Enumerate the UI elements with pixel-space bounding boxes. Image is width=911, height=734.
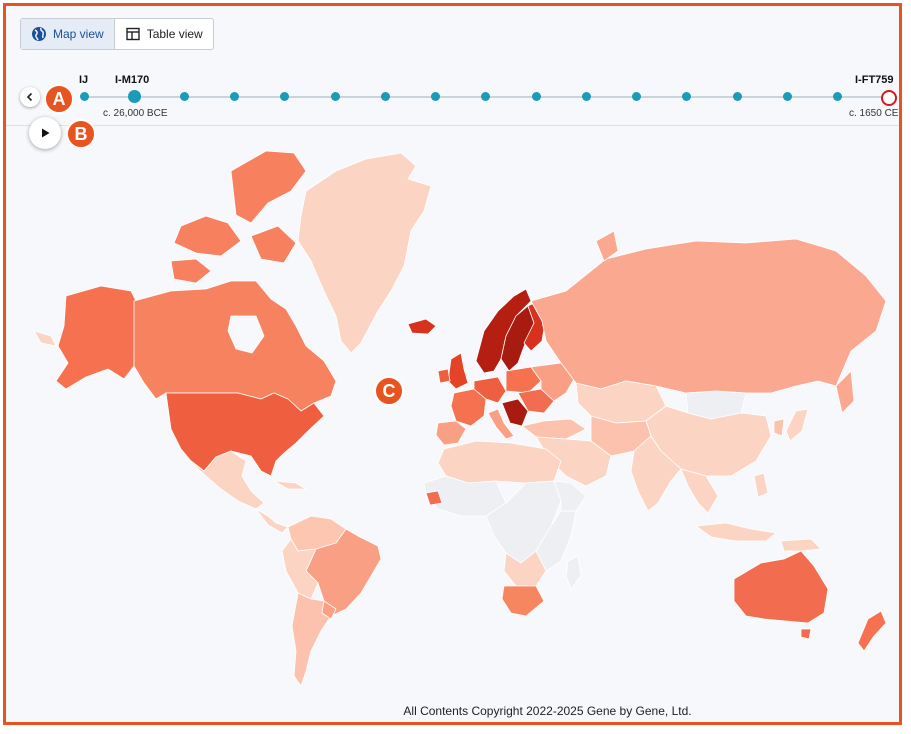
timeline-dot[interactable] (280, 92, 290, 101)
view-toggle: Map view Table view (20, 18, 214, 50)
timeline-dot[interactable] (179, 92, 189, 101)
map-region-uk[interactable] (447, 352, 469, 390)
map-region-south-africa[interactable] (501, 585, 545, 617)
timeline-dot-start[interactable] (79, 92, 89, 101)
timeline-start-label: IJ (79, 74, 89, 86)
timeline-dot[interactable] (481, 92, 491, 101)
timeline-dot[interactable] (632, 92, 642, 101)
map-region-arctic-islands-1[interactable] (230, 150, 307, 224)
timeline-prev-button[interactable] (20, 87, 40, 107)
map-region-central-america[interactable] (255, 508, 289, 534)
timeline-divider (6, 125, 899, 126)
map-region-indonesia[interactable] (695, 522, 777, 542)
map-region-iceland[interactable] (407, 318, 437, 335)
chevron-left-icon (26, 92, 33, 102)
map-region-arctic-islands-4[interactable] (170, 258, 212, 284)
map-region-greece-turkey[interactable] (521, 418, 587, 440)
timeline-dot[interactable] (782, 92, 792, 101)
timeline-dot[interactable] (581, 92, 591, 101)
map-view-button[interactable]: Map view (21, 19, 115, 49)
table-view-label: Table view (146, 27, 203, 41)
timeline-dot[interactable] (431, 92, 441, 101)
map-view-label: Map view (53, 27, 104, 41)
map-region-new-guinea[interactable] (780, 538, 822, 552)
world-map[interactable] (6, 131, 899, 701)
timeline-dot[interactable] (380, 92, 390, 101)
timeline-dot[interactable] (330, 92, 340, 101)
map-region-alaska[interactable] (55, 285, 137, 390)
app-frame: Map view Table view A IJ I-M170 c. 26,00… (3, 3, 902, 725)
timeline-dot[interactable] (230, 92, 240, 101)
table-icon (125, 27, 140, 41)
map-region-philippines[interactable] (753, 472, 769, 498)
map-region-iberia[interactable] (435, 420, 467, 446)
map-region-arctic-islands-2[interactable] (173, 215, 242, 257)
timeline-marker-label: I-M170 (115, 74, 150, 86)
timeline-marker-date: c. 26,000 BCE (103, 108, 168, 119)
timeline-dot[interactable] (682, 92, 692, 101)
timeline-dot-end[interactable] (881, 90, 897, 106)
map-region-korea[interactable] (773, 418, 785, 437)
annotation-badge-a: A (44, 84, 74, 114)
map-region-aleutians[interactable] (33, 330, 57, 347)
timeline-dot[interactable] (833, 92, 843, 101)
haplogroup-timeline: A IJ I-M170 c. 26,000 BCE I-FT759 c. 165… (6, 66, 899, 124)
annotation-badge-c: C (374, 376, 404, 406)
map-region-arctic-islands-3[interactable] (250, 225, 297, 264)
timeline-end-label: I-FT759 (855, 74, 894, 86)
timeline-dot[interactable] (531, 92, 541, 101)
map-region-russia[interactable] (530, 238, 887, 394)
timeline-end-date: c. 1650 CE (849, 108, 899, 119)
globe-icon (32, 27, 46, 41)
map-region-ireland[interactable] (437, 368, 451, 384)
map-region-australia[interactable] (733, 550, 829, 624)
map-region-japan[interactable] (785, 408, 809, 442)
map-region-madagascar[interactable] (565, 555, 582, 590)
copyright-text: All Contents Copyright 2022-2025 Gene by… (403, 704, 692, 718)
timeline-dot-current[interactable] (127, 90, 141, 103)
map-region-tasmania[interactable] (800, 628, 812, 640)
map-region-caribbean[interactable] (273, 480, 307, 490)
timeline-dot[interactable] (732, 92, 742, 101)
map-region-new-zealand[interactable] (857, 610, 887, 652)
table-view-button[interactable]: Table view (115, 19, 213, 49)
